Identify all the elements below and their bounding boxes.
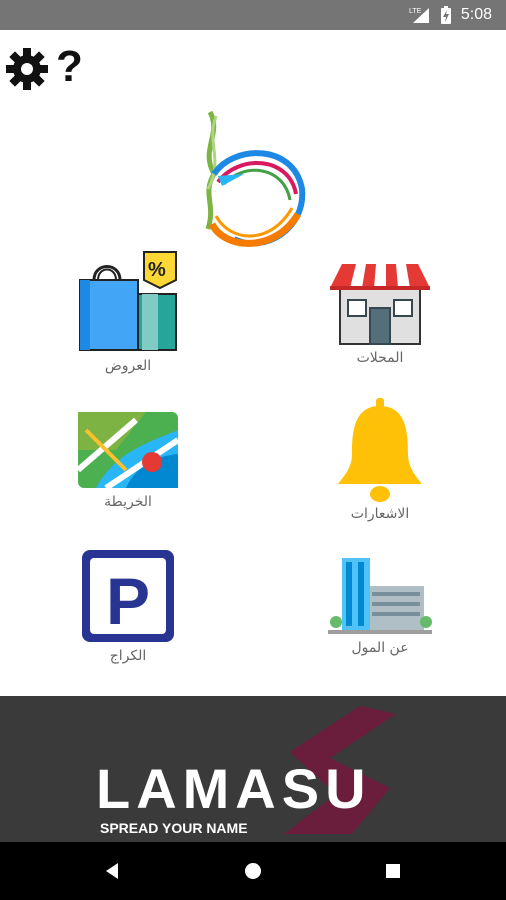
ad-banner[interactable]: LAMASU SPREAD YOUR NAME — [0, 696, 506, 842]
recents-icon[interactable] — [363, 842, 423, 900]
clock: 5:08 — [460, 6, 492, 23]
bell-icon — [332, 398, 428, 502]
back-icon[interactable] — [82, 842, 142, 900]
tile-map[interactable]: الخريطة — [38, 410, 218, 510]
tile-label: المحلات — [356, 350, 404, 366]
storefront-icon — [328, 260, 432, 346]
question-mark-icon[interactable]: ? — [56, 42, 83, 92]
tile-shops[interactable]: المحلات — [290, 260, 470, 366]
home-icon[interactable] — [223, 842, 283, 900]
top-toolbar: ? — [0, 42, 120, 94]
gear-icon[interactable] — [4, 46, 50, 96]
map-icon — [76, 410, 180, 491]
navigation-bar — [0, 842, 506, 900]
banner-brand: LAMASU — [96, 757, 372, 820]
tile-about[interactable]: عن المول — [290, 556, 470, 656]
lte-signal-icon: LTE — [409, 6, 431, 24]
parking-icon: P — [80, 548, 176, 644]
svg-text:P: P — [106, 564, 150, 638]
tile-notifications[interactable]: الاشعارات — [290, 398, 470, 522]
tile-label: الاشعارات — [350, 506, 410, 522]
tile-label: عن المول — [351, 640, 409, 656]
shopping-bags-icon: % — [76, 250, 180, 354]
building-icon — [328, 556, 432, 636]
banner-tagline: SPREAD YOUR NAME — [100, 820, 248, 836]
tile-label: الخريطة — [104, 494, 152, 510]
app-logo — [194, 104, 312, 254]
battery-icon — [440, 6, 451, 24]
tile-label: العروض — [104, 358, 152, 374]
svg-text:LTE: LTE — [409, 8, 422, 15]
svg-text:%: % — [148, 259, 166, 281]
tile-offers[interactable]: % العروض — [38, 250, 218, 374]
tile-garage[interactable]: P الكراج — [38, 548, 218, 664]
tile-label: الكراج — [109, 648, 147, 664]
status-bar: LTE 5:08 — [0, 0, 506, 30]
